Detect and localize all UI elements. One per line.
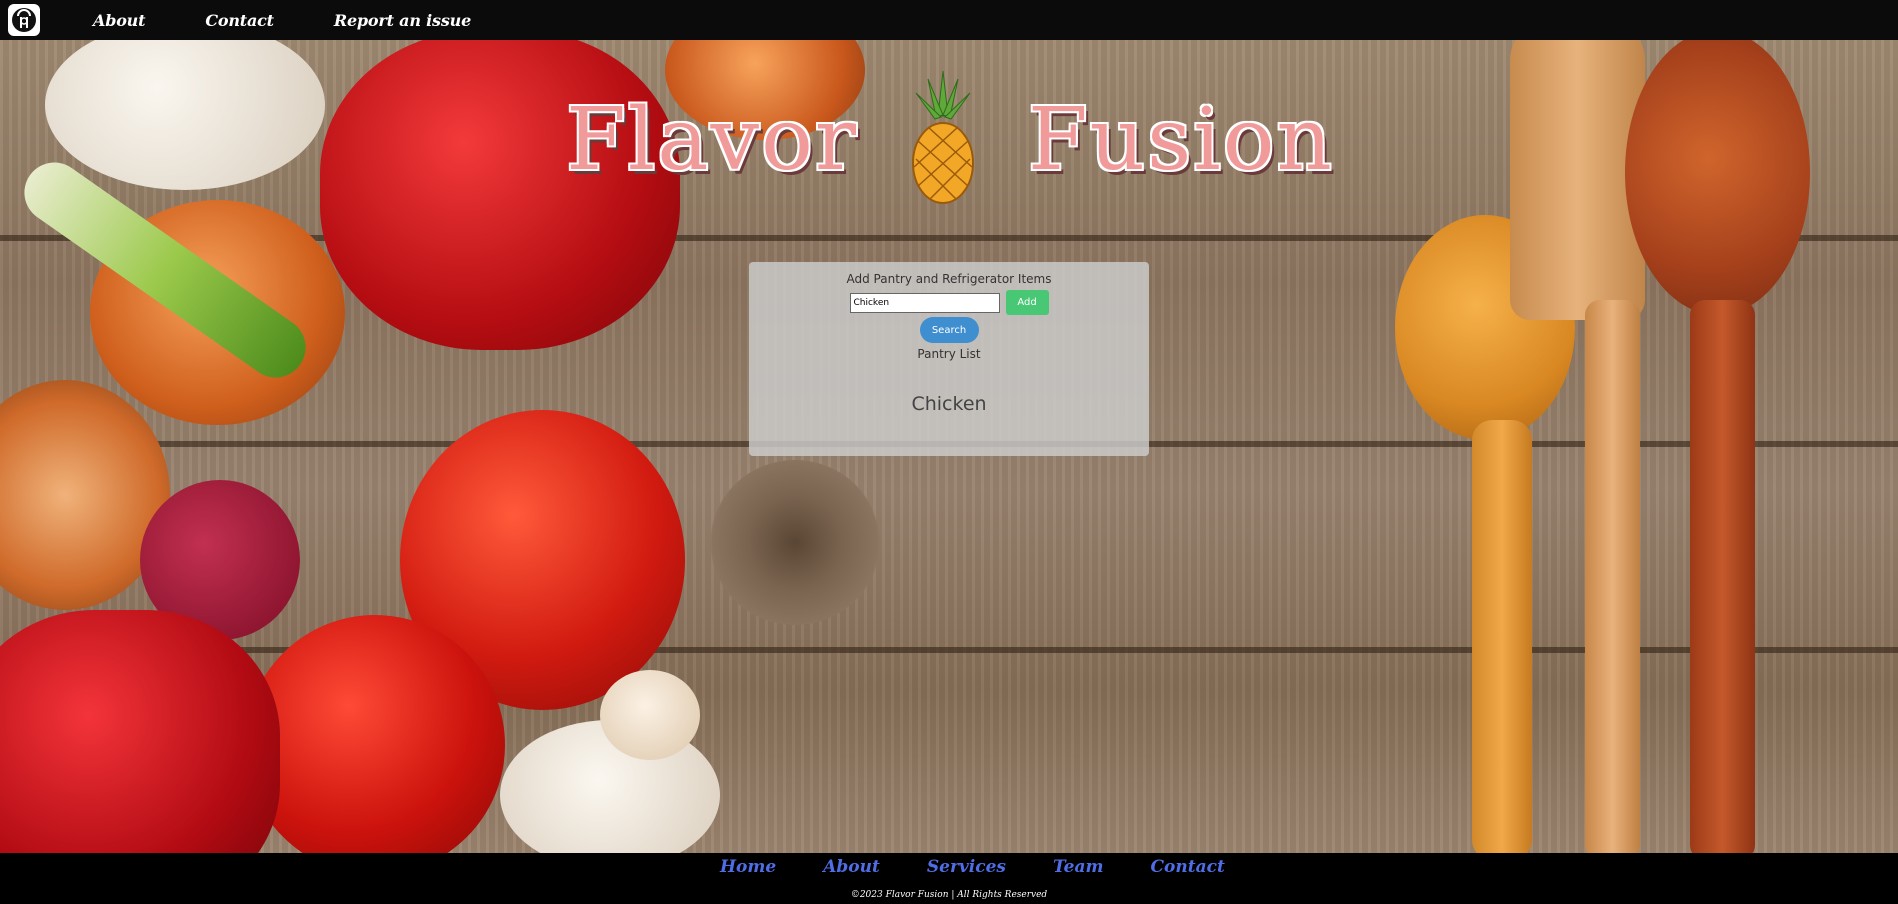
mushroom-decoration [45,40,325,190]
pineapple-icon [908,70,978,210]
pantry-heading: Add Pantry and Refrigerator Items [846,272,1052,286]
search-button[interactable]: Search [919,317,979,343]
top-navbar: About Contact Report an issue [0,0,1898,40]
footer-link-home[interactable]: Home [720,857,776,877]
hero-background: Flavor Fusion Add Pantry and Refrigerato… [0,40,1898,853]
copyright-text: ©2023 Flavor Fusion | All Rights Reserve… [850,890,1048,900]
wooden-spoon-handle-decoration [1690,300,1755,853]
pantry-item-input[interactable] [849,292,1000,313]
footer-link-team[interactable]: Team [1053,857,1104,877]
add-item-row: Add [849,290,1049,315]
pantry-list-item: Chicken [911,393,987,415]
title-word-flavor: Flavor [566,90,859,190]
chef-hat-utensils-icon[interactable] [8,4,40,36]
wooden-spoon-decoration [1625,40,1810,315]
nav-link-report-issue[interactable]: Report an issue [334,11,471,30]
footer-link-about[interactable]: About [823,857,880,877]
nav-links: About Contact Report an issue [93,11,531,30]
wooden-spoon-handle-decoration [1472,420,1532,853]
garlic-decoration [600,670,700,760]
red-pepper-decoration [0,610,280,853]
site-title: Flavor Fusion [560,70,1340,210]
wooden-spatula-handle-decoration [1585,300,1640,853]
footer: Home About Services Team Contact ©2023 F… [0,853,1898,904]
footer-link-contact[interactable]: Contact [1151,857,1225,877]
wood-knot-decoration [710,460,880,625]
title-word-fusion: Fusion [1028,90,1334,190]
nav-link-about[interactable]: About [93,11,146,30]
add-button[interactable]: Add [1005,290,1049,315]
pantry-card: Add Pantry and Refrigerator Items Add Se… [749,262,1149,456]
footer-links: Home About Services Team Contact [720,857,1272,877]
pantry-list-label: Pantry List [917,347,981,361]
footer-link-services[interactable]: Services [927,857,1006,877]
nav-link-contact[interactable]: Contact [205,11,274,30]
